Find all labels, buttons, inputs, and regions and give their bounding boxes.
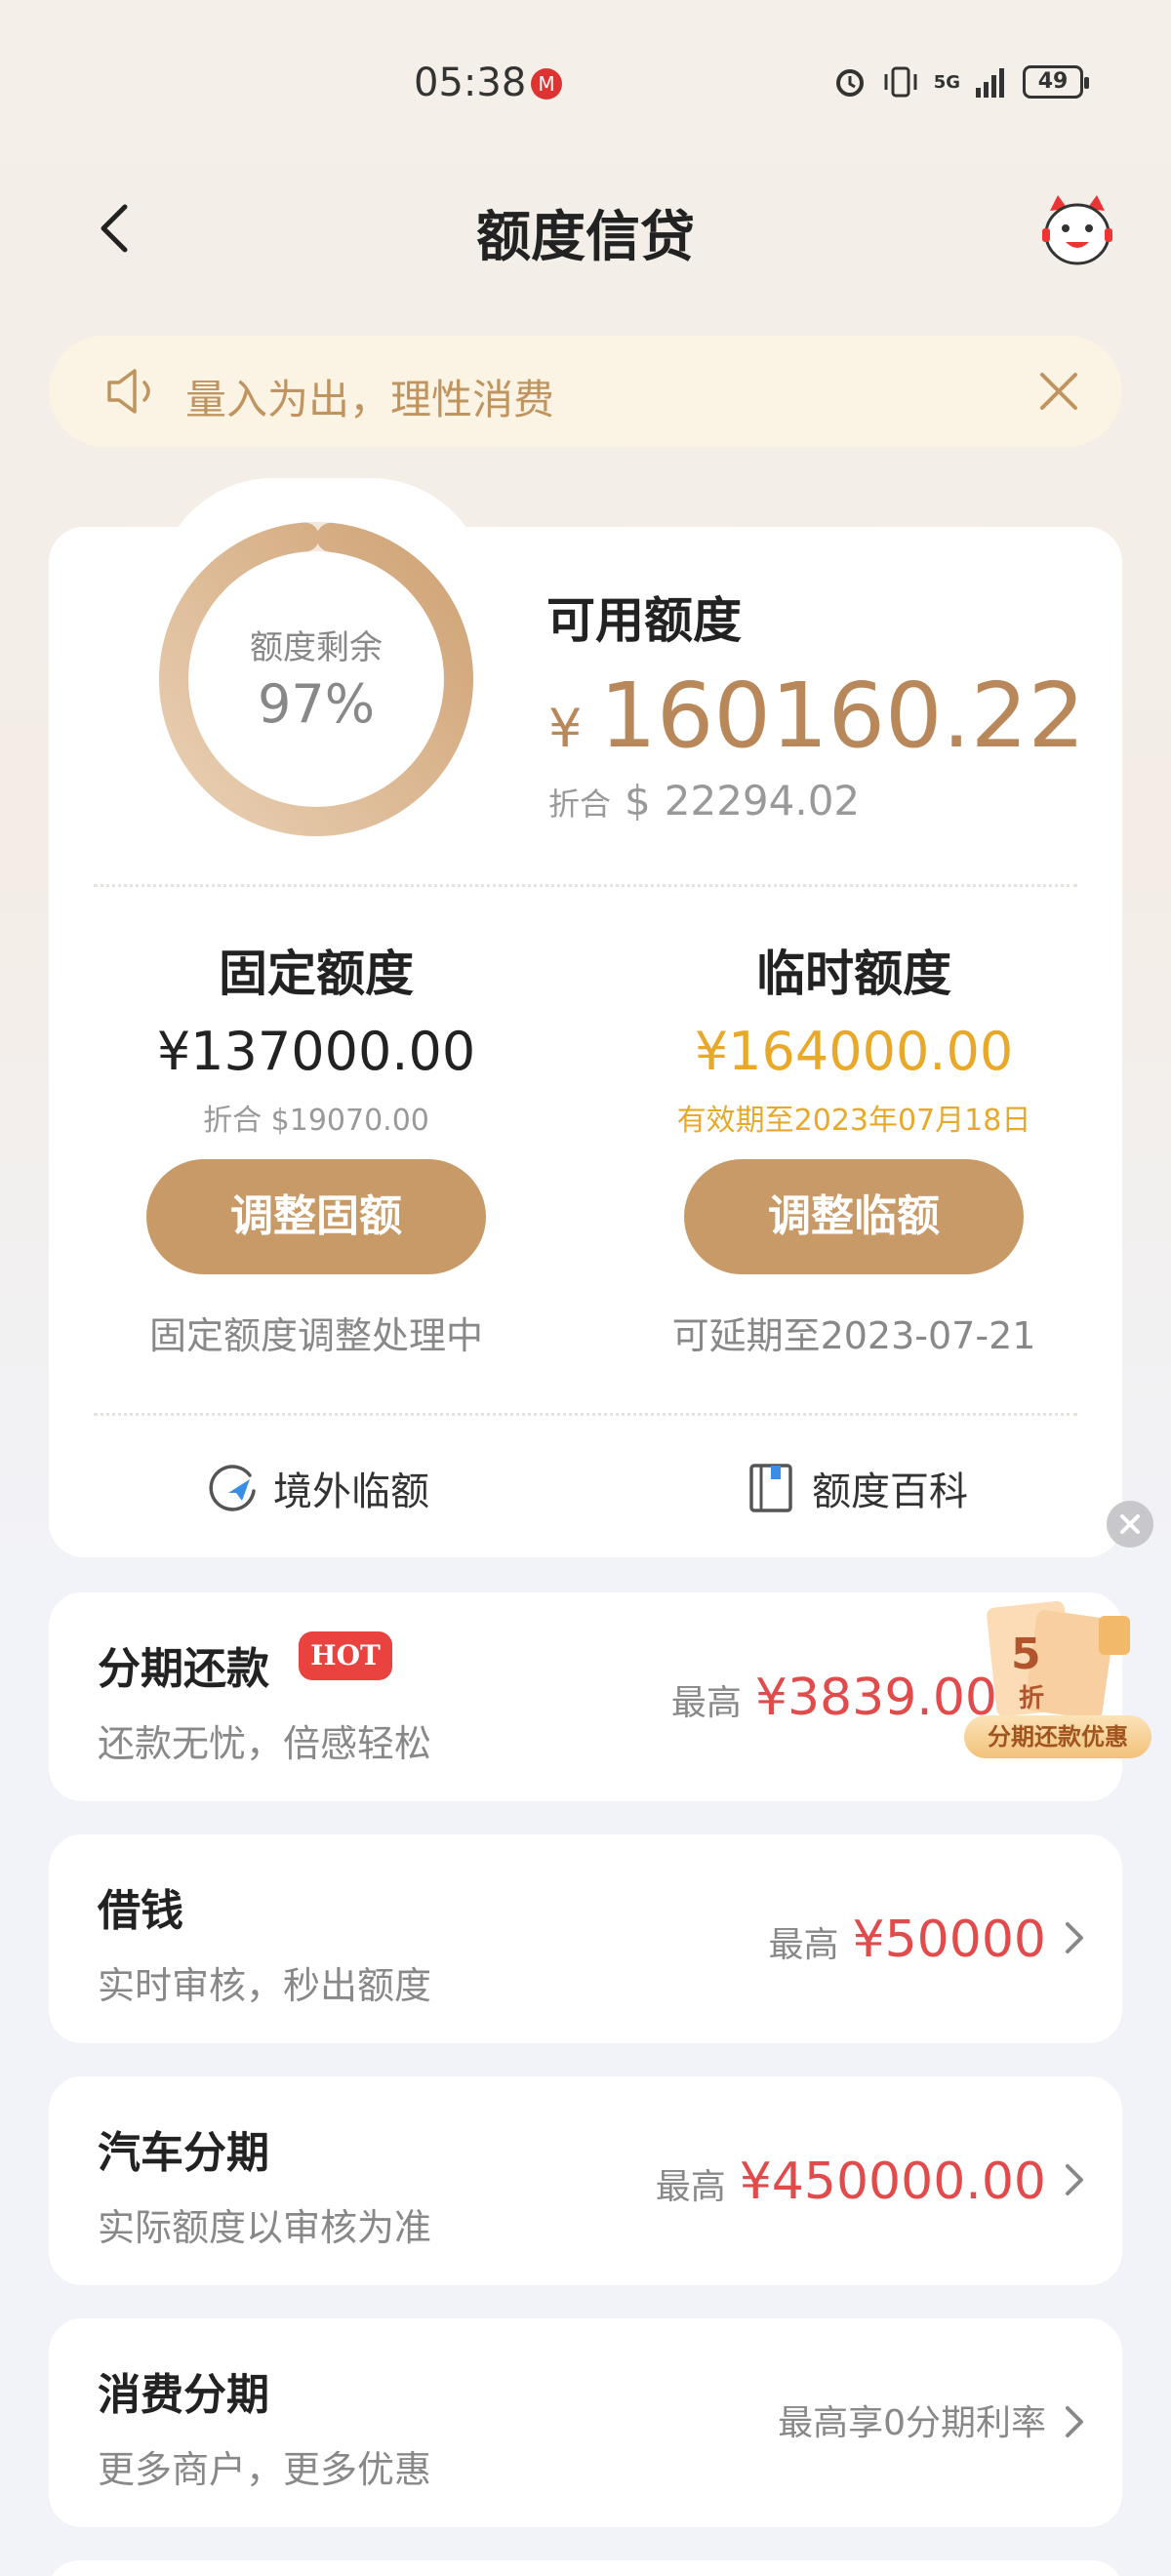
row-amount: ¥3839.00 — [754, 1669, 997, 1727]
ring-label: 额度剩余 — [250, 628, 383, 667]
row-title: 消费分期 — [98, 2370, 269, 2420]
overseas-temp-link[interactable]: 境外临额 — [207, 1460, 429, 1516]
fixed-title: 固定额度 — [219, 946, 414, 1002]
nav-bar: 额度信贷 — [0, 176, 1171, 283]
temporary-credit-column: 临时额度 ¥164000.00 有效期至2023年07月18日 — [610, 935, 1098, 1139]
row-borrow[interactable]: 借钱 实时审核，秒出额度 最高 ¥50000 — [49, 1834, 1122, 2043]
temporary-validity: 有效期至2023年07月18日 — [676, 1104, 1031, 1138]
row-value: 最高 ¥50000 — [768, 1911, 1046, 1969]
fixed-credit-column: 固定额度 ¥137000.00 折合 $19070.00 — [72, 935, 560, 1139]
status-icons: 5G 49 — [832, 64, 1089, 100]
fixed-conversion: 折合 $19070.00 — [203, 1104, 429, 1138]
row-car-installment[interactable]: 汽车分期 实际额度以审核为准 最高 ¥450000.00 — [49, 2076, 1122, 2285]
chevron-right-icon — [1066, 1922, 1083, 1953]
signal-icon — [976, 68, 1004, 98]
row-subtitle: 还款无忧，倍感轻松 — [98, 1722, 432, 1765]
adjust-fixed-button[interactable]: 调整固额 — [146, 1159, 486, 1274]
temporary-title: 临时额度 — [756, 946, 951, 1002]
coupon-discount-unit: 折 — [1019, 1684, 1045, 1713]
conversion-label: 折合 — [548, 785, 612, 823]
speaker-icon — [107, 369, 150, 414]
status-time: 05:38 — [414, 60, 527, 105]
book-icon — [749, 1464, 792, 1512]
available-amount: ¥ 160160.22 — [548, 664, 1085, 768]
temporary-amount: ¥164000.00 — [694, 1021, 1014, 1082]
currency-symbol: ¥ — [548, 698, 583, 759]
alarm-icon — [835, 69, 864, 97]
page-title: 额度信贷 — [476, 206, 695, 269]
encyclopedia-label: 额度百科 — [812, 1469, 968, 1514]
divider — [94, 1413, 1077, 1416]
available-amount-value: 160160.22 — [599, 664, 1085, 768]
row-amount: ¥450000.00 — [739, 2153, 1046, 2211]
row-next-partial — [49, 2560, 1122, 2576]
plane-icon — [209, 1465, 256, 1511]
row-prefix: 最高享0分期利率 — [778, 2403, 1046, 2443]
row-prefix: 最高 — [768, 1925, 839, 1965]
row-subtitle: 实时审核，秒出额度 — [98, 1964, 432, 2007]
overseas-label: 境外临额 — [273, 1469, 429, 1514]
temporary-note: 可延期至2023-07-21 — [671, 1314, 1036, 1357]
close-icon[interactable] — [1036, 369, 1081, 414]
coupon-label[interactable]: 分期还款优惠 — [964, 1715, 1151, 1758]
bank-logo-icon: M — [531, 68, 562, 100]
row-title: 汽车分期 — [98, 2128, 269, 2178]
network-type: 5G — [933, 71, 960, 93]
row-value: 最高 ¥450000.00 — [656, 2153, 1046, 2211]
row-title: 分期还款 — [98, 1644, 269, 1694]
status-bar: 05:38 M 5G 49 — [0, 0, 1171, 146]
divider — [94, 884, 1077, 887]
available-label: 可用额度 — [546, 592, 742, 649]
row-prefix: 最高 — [670, 1683, 742, 1723]
close-icon — [1120, 1514, 1140, 1534]
available-usd: 22294.02 — [664, 777, 861, 825]
row-installment-repay[interactable]: 分期还款 HOT 还款无忧，倍感轻松 最高 ¥3839.00 — [49, 1592, 1122, 1801]
fixed-note: 固定额度调整处理中 — [148, 1314, 483, 1357]
fixed-amount: ¥137000.00 — [156, 1021, 476, 1082]
ring-percent: 97% — [257, 673, 376, 735]
assistant-mascot-icon[interactable] — [1036, 189, 1118, 271]
row-title: 借钱 — [98, 1886, 183, 1936]
battery-icon: 49 — [1023, 65, 1089, 99]
row-amount: ¥50000 — [852, 1911, 1046, 1969]
battery-level: 49 — [1037, 69, 1069, 94]
credit-encyclopedia-link[interactable]: 额度百科 — [746, 1460, 968, 1516]
row-prefix: 最高 — [655, 2167, 726, 2207]
row-subtitle: 实际额度以审核为准 — [98, 2206, 432, 2249]
row-value: 最高享0分期利率 — [778, 2395, 1046, 2445]
row-value: 最高 ¥3839.00 — [671, 1669, 997, 1727]
row-subtitle: 更多商户，更多优惠 — [98, 2448, 432, 2491]
adjust-temporary-button[interactable]: 调整临额 — [684, 1159, 1024, 1274]
notice-text: 量入为出，理性消费 — [185, 376, 555, 423]
dismiss-coupon-button[interactable] — [1107, 1501, 1153, 1548]
chevron-right-icon — [1066, 2406, 1083, 2437]
available-conversion: 折合 $ 22294.02 — [548, 777, 860, 825]
notice-banner: 量入为出，理性消费 — [49, 336, 1122, 447]
vibrate-icon — [884, 66, 917, 98]
row-consumer-installment[interactable]: 消费分期 更多商户，更多优惠 最高享0分期利率 — [49, 2318, 1122, 2527]
coupon-discount-number: 5 — [1011, 1630, 1041, 1679]
usd-symbol: $ — [625, 777, 651, 825]
hot-badge: HOT — [299, 1631, 392, 1680]
chevron-right-icon — [1066, 2164, 1083, 2195]
